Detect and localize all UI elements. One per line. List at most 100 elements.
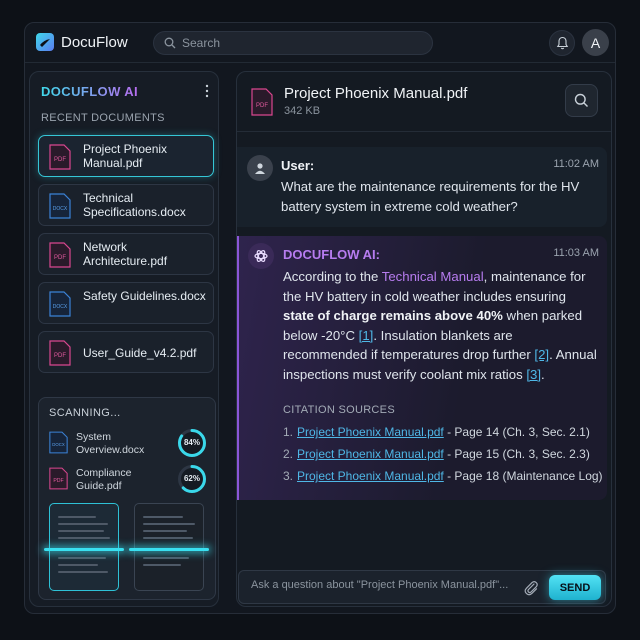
page-text-line (143, 557, 189, 559)
app-window: DocuFlow A DOCUFLOW AI RECENT DOCUMENTS (24, 22, 616, 614)
page-text-line (58, 564, 98, 566)
sidebar-doc-network-architecture[interactable]: PDF Network Architecture.pdf (38, 233, 214, 275)
ai-icon (248, 243, 274, 269)
doc-name: User_Guide_v4.2.pdf (83, 346, 197, 360)
message-time: 11:03 AM (553, 247, 599, 259)
citation-item: 1. Project Phoenix Manual.pdf - Page 14 (… (283, 425, 590, 439)
file-type-label: DOCX (52, 442, 65, 447)
paperclip-icon[interactable] (523, 579, 539, 596)
text-segment: . (541, 366, 545, 382)
search-bar[interactable] (153, 31, 433, 55)
citation-ref-3[interactable]: [3] (526, 367, 541, 382)
scan-beam (129, 548, 209, 551)
citation-sources-title: CITATION SOURCES (283, 404, 395, 416)
message-sender: User: (281, 158, 315, 173)
citation-detail: - Page 14 (Ch. 3, Sec. 2.1) (443, 425, 590, 439)
page-text-line (58, 557, 106, 559)
top-bar: DocuFlow A (25, 23, 615, 63)
sidebar-title: DOCUFLOW AI (41, 84, 139, 99)
message-sender: DOCUFLOW AI: (283, 247, 380, 262)
ai-message: DOCUFLOW AI: 11:03 AM According to the T… (237, 236, 607, 500)
search-icon (574, 93, 588, 107)
page-text-line (58, 530, 104, 532)
send-button[interactable]: SEND (549, 575, 601, 600)
doc-name: Project Phoenix Manual.pdf (83, 142, 168, 170)
citation-number: 2. (283, 447, 294, 461)
page-text-line (143, 564, 181, 566)
citation-detail: - Page 18 (Maintenance Log) (443, 469, 603, 483)
message-text: What are the maintenance requirements fo… (281, 179, 580, 214)
scan-item-name: System Overview.docx (76, 431, 145, 456)
file-type-label: PDF (54, 157, 66, 163)
bold-highlight: state of charge remains above 40% (283, 308, 503, 324)
sidebar-doc-safety-guidelines[interactable]: DOCX Safety Guidelines.docx (38, 282, 214, 324)
docx-file-icon: DOCX (49, 193, 71, 219)
citation-ref-1[interactable]: [1] (359, 328, 374, 343)
recent-documents-label: RECENT DOCUMENTS (41, 112, 165, 124)
sidebar-doc-user-guide[interactable]: PDF User_Guide_v4.2.pdf (38, 331, 214, 373)
pdf-file-icon: PDF (49, 467, 68, 490)
scan-page-preview (44, 503, 124, 591)
scan-page-preview (129, 503, 209, 591)
page-text-line (143, 530, 187, 532)
notifications-button[interactable] (549, 30, 575, 56)
citation-item: 2. Project Phoenix Manual.pdf - Page 15 (… (283, 447, 590, 461)
search-document-button[interactable] (565, 84, 598, 117)
page-text-line (58, 516, 96, 518)
user-message: User: 11:02 AM What are the maintenance … (237, 147, 607, 227)
citation-detail: - Page 15 (Ch. 3, Sec. 2.3) (443, 447, 590, 461)
pdf-file-icon: PDF (49, 242, 71, 268)
pdf-file-icon: PDF (251, 88, 273, 116)
doc-name: Safety Guidelines.docx (83, 289, 206, 303)
doc-name: Technical Specifications.docx (83, 191, 186, 219)
file-type-label: DOCX (53, 304, 68, 310)
document-title: Project Phoenix Manual.pdf (284, 85, 468, 102)
message-time: 11:02 AM (553, 158, 599, 170)
citation-number: 1. (283, 425, 294, 439)
more-vertical-icon[interactable] (204, 84, 210, 98)
docuflow-logo-icon (36, 33, 54, 51)
search-icon (164, 37, 176, 49)
page-text-line (143, 516, 183, 518)
file-type-label: DOCX (53, 206, 68, 212)
page-text-line (143, 523, 195, 525)
user-avatar[interactable]: A (582, 29, 609, 56)
sidebar-doc-technical-specs[interactable]: DOCX Technical Specifications.docx (38, 184, 214, 226)
doc-name: Network Architecture.pdf (83, 240, 168, 268)
citation-link[interactable]: Project Phoenix Manual.pdf (297, 469, 444, 483)
page-text-line (143, 537, 193, 539)
source-link[interactable]: Technical Manual (382, 269, 484, 284)
file-type-label: PDF (54, 255, 66, 261)
message-text: According to the Technical Manual, maint… (283, 267, 599, 385)
document-header: PDF Project Phoenix Manual.pdf 342 KB (237, 72, 611, 132)
page-text-line (58, 537, 110, 539)
progress-label: 84% (183, 438, 200, 447)
progress-label: 62% (183, 474, 200, 483)
app-name: DocuFlow (61, 34, 128, 51)
bell-icon (556, 36, 568, 50)
page-text-line (58, 571, 108, 573)
text-segment: According to the (283, 269, 382, 284)
file-type-label: PDF (53, 478, 63, 484)
scanning-title: SCANNING... (49, 407, 121, 419)
search-input[interactable] (182, 36, 412, 50)
citation-link[interactable]: Project Phoenix Manual.pdf (297, 447, 444, 461)
pdf-file-icon: PDF (49, 340, 71, 366)
page-text-line (58, 523, 108, 525)
file-type-label: PDF (256, 103, 268, 109)
citation-link[interactable]: Project Phoenix Manual.pdf (297, 425, 444, 439)
citation-item: 3. Project Phoenix Manual.pdf - Page 18 (… (283, 469, 603, 483)
user-icon (247, 155, 273, 181)
docx-file-icon: DOCX (49, 291, 71, 317)
citation-ref-2[interactable]: [2] (534, 347, 549, 362)
pdf-file-icon: PDF (49, 144, 71, 170)
scan-beam (44, 548, 124, 551)
chat-panel: PDF Project Phoenix Manual.pdf 342 KB Us… (236, 71, 612, 607)
message-composer: SEND (238, 570, 606, 604)
scanning-panel: SCANNING... DOCX System Overview.docx 84… (38, 397, 216, 600)
sidebar: DOCUFLOW AI RECENT DOCUMENTS PDF Project… (29, 71, 219, 607)
scan-item-name: Compliance Guide.pdf (76, 467, 132, 492)
docx-file-icon: DOCX (49, 431, 68, 454)
sidebar-doc-project-phoenix[interactable]: PDF Project Phoenix Manual.pdf (38, 135, 214, 177)
question-input[interactable] (251, 579, 513, 591)
